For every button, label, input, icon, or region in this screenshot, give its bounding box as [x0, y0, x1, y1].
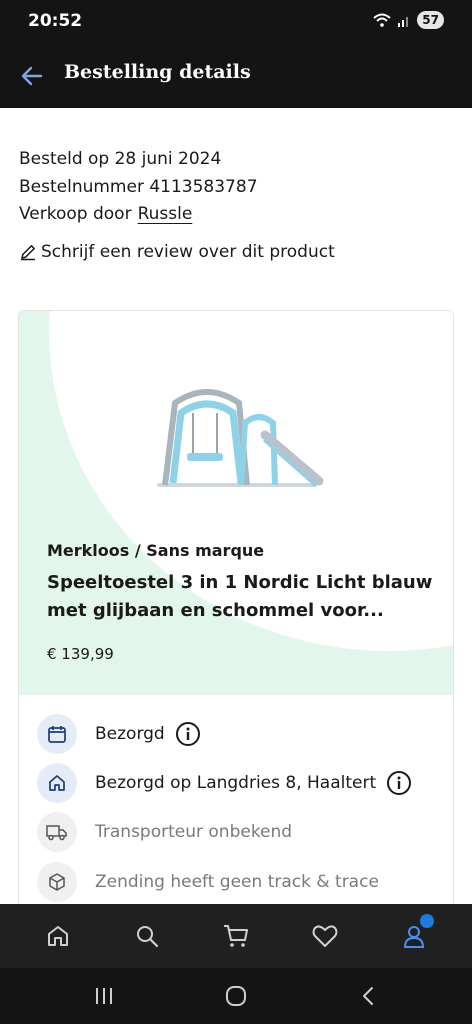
seller-line: Verkoop door Russle — [19, 201, 258, 229]
nav-cart[interactable] — [212, 912, 260, 960]
status-text: Bezorgd — [95, 724, 165, 744]
order-date: Besteld op 28 juni 2024 — [19, 149, 222, 169]
bottom-nav — [0, 904, 472, 968]
status-bar: 20:52 57 — [0, 0, 472, 44]
home-system-button[interactable] — [216, 980, 256, 1012]
home-icon — [48, 926, 69, 946]
page-title: Bestelling details — [64, 61, 251, 83]
battery-indicator: 57 — [417, 11, 444, 29]
status-row-tracking: Zending heeft geen track & trace — [37, 861, 379, 903]
recent-apps-button[interactable] — [84, 980, 124, 1012]
product-price: € 139,99 — [47, 645, 114, 663]
system-nav-bar — [0, 968, 472, 1024]
back-button[interactable] — [16, 60, 48, 92]
calendar-icon — [37, 714, 77, 754]
home-circle-icon — [226, 986, 246, 1006]
status-text: Zending heeft geen track & trace — [95, 872, 379, 892]
write-review-label: Schrijf een review over dit product — [41, 242, 335, 262]
cart-icon — [223, 925, 248, 947]
app-bar: Bestelling details — [0, 44, 472, 108]
product-card: Merkloos / Sans marque Speeltoestel 3 in… — [18, 310, 454, 930]
info-icon — [387, 771, 412, 795]
info-icon — [175, 722, 200, 746]
order-number: Bestelnummer 4113583787 — [19, 176, 258, 197]
status-text: Bezorgd op Langdries 8, Haaltert — [95, 773, 377, 793]
seller-prefix: Verkoop door — [19, 204, 132, 224]
seller-link[interactable]: Russle — [138, 204, 193, 224]
notification-dot — [419, 914, 434, 928]
system-back-button[interactable] — [348, 980, 388, 1012]
arrow-left-icon — [21, 66, 43, 86]
status-icons: 57 — [373, 11, 444, 29]
truck-icon — [37, 812, 77, 852]
info-button[interactable] — [386, 770, 412, 796]
order-info: Besteld op 28 juni 2024 Bestelnummer 411… — [19, 146, 258, 229]
wifi-icon — [373, 13, 391, 27]
status-text: Transporteur onbekend — [95, 822, 293, 842]
chevron-left-icon — [363, 987, 373, 1005]
status-row-carrier: Transporteur onbekend — [37, 811, 292, 853]
recent-apps-icon — [96, 988, 112, 1004]
product-brand: Merkloos / Sans marque — [47, 541, 265, 560]
signal-icon — [398, 17, 409, 27]
product-card-header[interactable]: Merkloos / Sans marque Speeltoestel 3 in… — [19, 311, 453, 695]
heart-icon — [312, 925, 338, 947]
nav-home[interactable] — [34, 912, 82, 960]
pencil-icon — [21, 245, 35, 261]
package-icon — [37, 862, 77, 902]
product-title: Speeltoestel 3 in 1 Nordic Licht blauw m… — [47, 572, 433, 621]
search-icon — [137, 926, 159, 948]
info-button[interactable] — [175, 721, 201, 747]
write-review-link[interactable]: Schrijf een review over dit product — [19, 242, 335, 262]
house-icon — [37, 763, 77, 803]
nav-account[interactable] — [390, 912, 438, 960]
status-time: 20:52 — [28, 11, 83, 31]
nav-favorites[interactable] — [301, 912, 349, 960]
nav-search[interactable] — [123, 912, 171, 960]
product-image — [157, 389, 324, 487]
status-row-delivered: Bezorgd — [37, 713, 201, 755]
status-row-address: Bezorgd op Langdries 8, Haaltert — [37, 762, 412, 804]
